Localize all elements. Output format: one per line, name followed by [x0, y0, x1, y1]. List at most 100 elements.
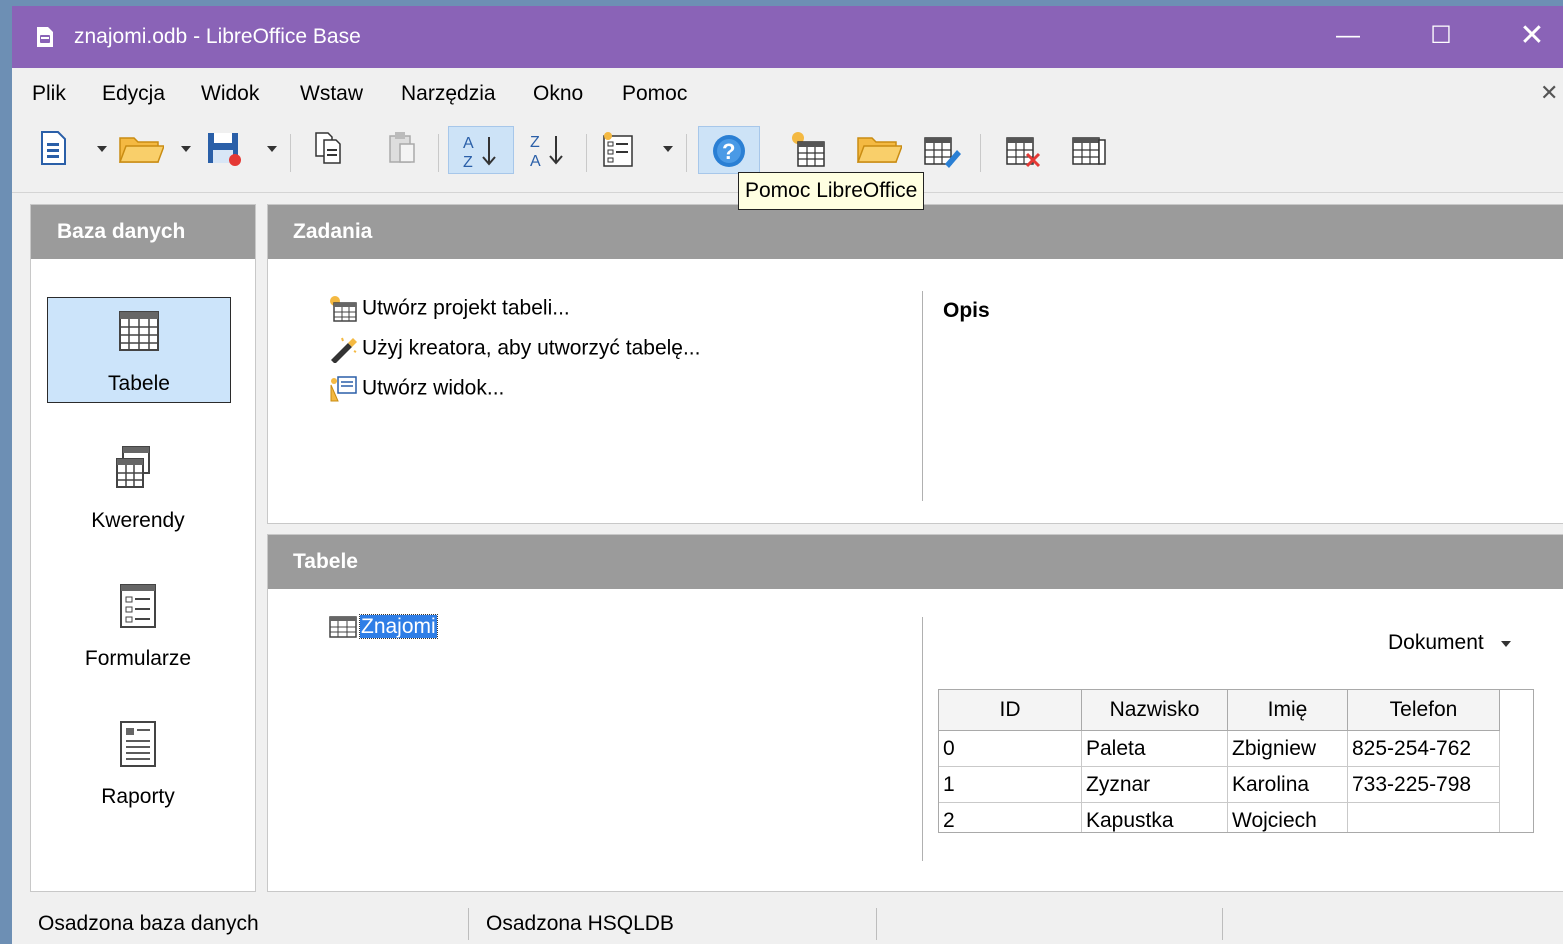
chevron-down-icon[interactable]: [180, 144, 192, 154]
preview-mode-label: Dokument: [1388, 631, 1484, 654]
chevron-down-icon[interactable]: [662, 144, 674, 154]
status-bar: Osadzona baza danych Osadzona HSQLDB: [12, 904, 1563, 944]
tables-panel-header: Tabele: [268, 535, 1563, 589]
menu-bar: Plik Edycja Widok Wstaw Narzędzia Okno P…: [12, 68, 1563, 116]
title-bar[interactable]: znajomi.odb - LibreOffice Base — ☐ ✕: [12, 6, 1563, 68]
description-label: Opis: [943, 299, 990, 322]
save-icon[interactable]: [204, 126, 244, 172]
tables-divider: [922, 617, 923, 861]
table-cell[interactable]: 825-254-762: [1348, 731, 1500, 767]
database-panel: Baza danych Tabele Kwerendy Formularze R…: [30, 204, 256, 892]
column-header-nazwisko[interactable]: Nazwisko: [1082, 690, 1228, 731]
table-cell[interactable]: Kapustka: [1082, 803, 1228, 832]
open-folder-icon[interactable]: [118, 126, 164, 172]
nav-item-forms[interactable]: Formularze: [47, 573, 229, 677]
nav-item-label: Raporty: [101, 785, 175, 808]
status-separator: [468, 908, 469, 940]
close-document-button[interactable]: ✕: [1540, 80, 1558, 106]
open-object-icon[interactable]: [854, 126, 904, 172]
toolbar-separator: [686, 134, 687, 172]
svg-text:Z: Z: [530, 134, 540, 151]
preview-grid[interactable]: ID Nazwisko Imię Telefon 0 Paleta Zbigni…: [938, 689, 1534, 833]
nav-item-queries[interactable]: Kwerendy: [47, 435, 229, 539]
window-title: znajomi.odb - LibreOffice Base: [74, 25, 361, 48]
menu-narzedzia[interactable]: Narzędzia: [401, 82, 496, 106]
chevron-down-icon[interactable]: [96, 144, 108, 154]
sort-descending-icon[interactable]: ZA: [522, 126, 574, 172]
task-create-table-design[interactable]: Utwórz projekt tabeli...: [328, 295, 570, 323]
svg-text:Z: Z: [463, 154, 473, 171]
table-icon: [119, 311, 159, 351]
table-properties-icon[interactable]: [1064, 126, 1114, 172]
delete-table-icon[interactable]: [998, 126, 1048, 172]
chevron-down-icon: [1500, 641, 1511, 647]
desktop-background-left: [0, 0, 12, 944]
close-button[interactable]: ✕: [1509, 16, 1555, 56]
table-cell[interactable]: 1: [939, 767, 1082, 803]
help-icon[interactable]: ?: [698, 126, 760, 174]
paste-icon[interactable]: [382, 126, 422, 172]
svg-text:?: ?: [722, 139, 735, 164]
svg-text:A: A: [530, 153, 541, 170]
table-cell[interactable]: 733-225-798: [1348, 767, 1500, 803]
table-cell[interactable]: Zyznar: [1082, 767, 1228, 803]
table-cell[interactable]: Zbigniew: [1228, 731, 1348, 767]
table-name[interactable]: Znajomi: [359, 614, 438, 639]
report-icon: [120, 721, 156, 767]
table-design-icon: [330, 296, 357, 322]
menu-edycja[interactable]: Edycja: [102, 82, 165, 106]
nav-item-reports[interactable]: Raporty: [47, 711, 229, 815]
minimize-button[interactable]: —: [1325, 16, 1371, 56]
maximize-button[interactable]: ☐: [1418, 16, 1464, 56]
wizard-wand-icon: [331, 337, 357, 363]
task-create-view[interactable]: Utwórz widok...: [328, 375, 504, 403]
task-table-wizard[interactable]: Użyj kreatora, aby utworzyć tabelę...: [328, 335, 700, 363]
preview-mode-dropdown[interactable]: Dokument: [1388, 631, 1512, 655]
status-engine: Osadzona HSQLDB: [486, 912, 674, 935]
menu-pomoc[interactable]: Pomoc: [622, 82, 687, 106]
table-cell[interactable]: Paleta: [1082, 731, 1228, 767]
table-icon: [329, 616, 357, 639]
create-view-icon: [330, 376, 357, 402]
sort-ascending-icon[interactable]: AZ: [448, 126, 514, 174]
new-table-icon[interactable]: [784, 126, 832, 172]
table-list-item[interactable]: Znajomi: [328, 614, 438, 639]
toolbar-separator: [290, 134, 291, 172]
form-icon: [120, 584, 156, 628]
copy-icon[interactable]: [308, 126, 348, 172]
menu-plik[interactable]: Plik: [32, 82, 66, 106]
status-database-type: Osadzona baza danych: [38, 912, 259, 935]
toolbar-separator: [438, 134, 439, 172]
toolbar-separator: [586, 134, 587, 172]
nav-item-label: Tabele: [108, 372, 170, 395]
task-label: Utwórz projekt tabeli...: [362, 296, 570, 320]
column-header-imie[interactable]: Imię: [1228, 690, 1348, 731]
table-cell[interactable]: 2: [939, 803, 1082, 832]
chevron-down-icon[interactable]: [266, 144, 278, 154]
task-label: Użyj kreatora, aby utworzyć tabelę...: [362, 336, 701, 360]
form-view-icon[interactable]: [598, 126, 638, 172]
tasks-divider: [922, 291, 923, 501]
task-label: Utwórz widok...: [362, 376, 505, 400]
new-document-icon[interactable]: [34, 126, 74, 172]
svg-text:A: A: [463, 135, 474, 152]
menu-okno[interactable]: Okno: [533, 82, 583, 106]
table-cell[interactable]: Wojciech: [1228, 803, 1348, 832]
column-header-telefon[interactable]: Telefon: [1348, 690, 1500, 731]
toolbar-separator: [980, 134, 981, 172]
nav-item-tables[interactable]: Tabele: [47, 297, 231, 403]
status-separator: [876, 908, 877, 940]
query-icon: [116, 446, 150, 488]
menu-wstaw[interactable]: Wstaw: [300, 82, 363, 106]
status-separator: [1222, 908, 1223, 940]
menu-widok[interactable]: Widok: [201, 82, 259, 106]
column-header-id[interactable]: ID: [939, 690, 1082, 731]
table-cell[interactable]: 0: [939, 731, 1082, 767]
table-cell[interactable]: Karolina: [1228, 767, 1348, 803]
nav-item-label: Kwerendy: [91, 509, 185, 532]
app-window: znajomi.odb - LibreOffice Base — ☐ ✕ Pli…: [12, 6, 1563, 944]
tasks-panel-header: Zadania: [268, 205, 1563, 259]
nav-item-label: Formularze: [84, 647, 192, 670]
edit-table-icon[interactable]: [916, 126, 966, 172]
table-cell[interactable]: [1348, 803, 1500, 832]
